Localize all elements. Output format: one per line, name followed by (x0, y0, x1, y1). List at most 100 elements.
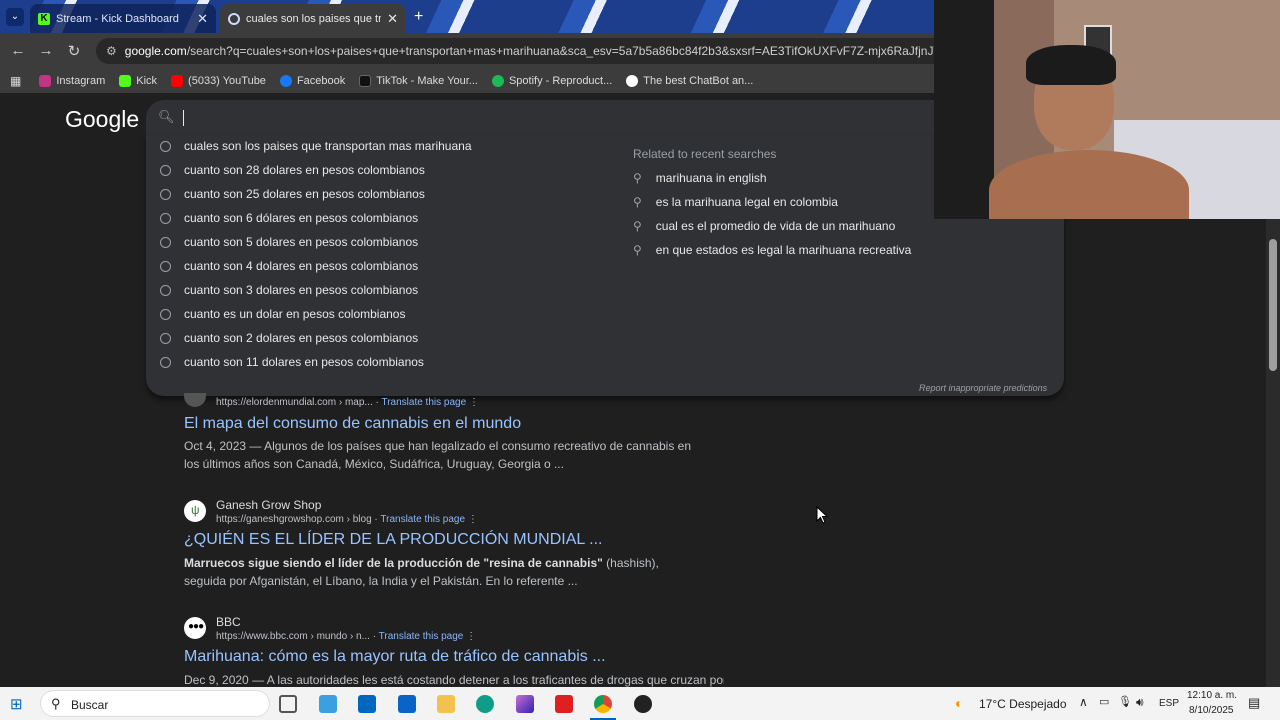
close-icon[interactable]: ✕ (197, 11, 208, 27)
task-view-icon[interactable] (279, 695, 297, 713)
history-icon (160, 236, 171, 248)
back-icon[interactable]: ← (4, 42, 32, 59)
translate-link[interactable]: Translate this page (380, 514, 465, 525)
translate-link[interactable]: Translate this page (379, 631, 464, 642)
tab-google-search[interactable]: cuales son los paises que transp ✕ (220, 4, 406, 33)
clock-time[interactable]: 12:10 a. m. (1187, 690, 1237, 701)
bookmark-label: TikTok - Make Your... (376, 74, 478, 87)
related-item[interactable]: ⚲ marihuana in english (633, 171, 767, 185)
related-item[interactable]: ⚲ en que estados es legal la marihuana re… (633, 243, 911, 257)
page-scrollbar[interactable] (1266, 219, 1280, 687)
result-title[interactable]: Marihuana: cómo es la mayor ruta de tráf… (184, 648, 606, 666)
history-icon (160, 356, 171, 368)
url-text: https://www.bbc.com › mundo › n... (216, 631, 370, 642)
mouse-cursor (816, 506, 828, 524)
suggestion-item[interactable]: cuanto son 2 dolares en pesos colombiano… (160, 331, 418, 345)
outlook-icon[interactable] (398, 695, 416, 713)
site-favicon (184, 393, 206, 407)
instagram-icon (39, 74, 52, 87)
clock-date[interactable]: 8/10/2025 (1189, 705, 1234, 716)
related-item[interactable]: ⚲ es la marihuana legal en colombia (633, 195, 838, 209)
edge-icon[interactable] (476, 695, 494, 713)
reload-icon[interactable]: ↻ (60, 42, 88, 60)
windows-start-icon[interactable]: ⊞ (10, 695, 23, 713)
search-box[interactable]: 🔍︎ (146, 100, 1064, 136)
bookmark-tiktok[interactable]: TikTok - Make Your... (359, 74, 478, 87)
suggestion-item[interactable]: cuanto son 5 dolares en pesos colombiano… (160, 235, 418, 249)
taskbar-search[interactable]: ⚲ Buscar (40, 690, 270, 717)
scrollbar-thumb[interactable] (1269, 239, 1277, 371)
suggestion-item[interactable]: cuanto son 6 dólares en pesos colombiano… (160, 211, 418, 225)
apps-icon[interactable]: ▦ (10, 74, 21, 88)
forward-icon[interactable]: → (32, 42, 60, 59)
translate-link[interactable]: Translate this page (381, 397, 466, 408)
microphone-icon[interactable]: 🎙︎ (1118, 695, 1132, 708)
more-icon[interactable]: ⋮ (468, 514, 478, 525)
chevron-up-icon[interactable]: ∧ (1079, 695, 1088, 709)
file-explorer-icon[interactable] (437, 695, 455, 713)
related-text: cual es el promedio de vida de un marihu… (655, 219, 896, 233)
tab-strip: ⌄ K Stream - Kick Dashboard ✕ cuales son… (0, 0, 934, 33)
bookmark-spotify[interactable]: Spotify - Reproduct... (491, 74, 613, 87)
search-icon: ⚲ (633, 219, 642, 233)
address-bar[interactable]: ⚙ google.com /search?q=cuales+son+los+pa… (96, 38, 934, 64)
tab-search-button[interactable]: ⌄ (6, 8, 24, 26)
history-icon (160, 284, 171, 296)
close-icon[interactable]: ✕ (387, 11, 398, 27)
related-text: es la marihuana legal en colombia (655, 195, 838, 209)
tab-kick-dashboard[interactable]: K Stream - Kick Dashboard ✕ (30, 4, 216, 33)
more-icon[interactable]: ⋮ (466, 631, 476, 642)
chrome-icon[interactable] (594, 695, 612, 713)
url-host: google.com (124, 44, 187, 58)
bookmark-label: The best ChatBot an... (643, 74, 754, 87)
suggestion-item[interactable]: cuanto son 4 dolares en pesos colombiano… (160, 259, 418, 273)
bookmark-label: Spotify - Reproduct... (508, 74, 613, 87)
related-heading: Related to recent searches (633, 147, 777, 161)
suggestion-item[interactable]: cuales son los paises que transportan ma… (160, 139, 472, 153)
copilot-icon[interactable] (516, 695, 534, 713)
result-url[interactable]: https://www.bbc.com › mundo › n... · Tra… (216, 631, 476, 642)
search-icon: ⚲ (633, 243, 642, 257)
bookmark-instagram[interactable]: Instagram (39, 74, 105, 87)
bookmark-youtube[interactable]: (5033) YouTube (171, 74, 266, 87)
result-url[interactable]: https://ganeshgrowshop.com › blog · Tran… (216, 514, 478, 525)
widgets-icon[interactable] (319, 695, 337, 713)
weather-text[interactable]: 17°C Despejado (979, 697, 1067, 711)
youtube-icon[interactable] (555, 695, 573, 713)
bookmark-facebook[interactable]: Facebook (279, 74, 345, 87)
more-icon[interactable]: ⋮ (469, 397, 479, 408)
webcam-overlay (934, 0, 1280, 219)
result-url[interactable]: https://elordenmundial.com › map... · Tr… (216, 397, 479, 408)
result-title[interactable]: El mapa del consumo de cannabis en el mu… (184, 415, 521, 433)
report-predictions-link[interactable]: Report inappropriate predictions (919, 383, 1047, 393)
suggestion-item[interactable]: cuanto son 3 dolares en pesos colombiano… (160, 283, 418, 297)
result-snippet: Marruecos sigue siendo el líder de la pr… (184, 554, 704, 590)
tiktok-icon (359, 74, 372, 87)
network-icon[interactable]: ▭ (1099, 695, 1109, 708)
result-title[interactable]: ¿QUIÉN ES EL LÍDER DE LA PRODUCCIÓN MUND… (184, 531, 602, 549)
store-icon[interactable] (358, 695, 376, 713)
new-tab-button[interactable]: + (414, 8, 423, 26)
obs-icon[interactable] (634, 695, 652, 713)
suggestion-item[interactable]: cuanto son 11 dolares en pesos colombian… (160, 355, 424, 369)
tab-title: cuales son los paises que transp (246, 12, 382, 25)
suggestion-item[interactable]: cuanto son 25 dolares en pesos colombian… (160, 187, 425, 201)
bookmark-kick[interactable]: Kick (119, 74, 157, 87)
suggestion-item[interactable]: cuanto son 28 dolares en pesos colombian… (160, 163, 425, 177)
site-info-icon[interactable]: ⚙ (106, 44, 117, 58)
related-item[interactable]: ⚲ cual es el promedio de vida de un marih… (633, 219, 895, 233)
bookmark-chatbot[interactable]: The best ChatBot an... (626, 74, 754, 87)
suggestion-text: cuanto son 28 dolares en pesos colombian… (184, 163, 425, 177)
text-caret (183, 110, 184, 126)
notifications-icon[interactable]: ▤ (1248, 695, 1260, 711)
snippet-text: — Algunos de los países que han legaliza… (184, 439, 692, 471)
related-text: marihuana in english (655, 171, 767, 185)
search-icon: ⚲ (51, 696, 61, 711)
google-logo[interactable]: Google (65, 106, 139, 133)
suggestion-item[interactable]: cuanto es un dolar en pesos colombianos (160, 307, 405, 321)
result-site-name: BBC (216, 615, 241, 629)
spotify-icon (491, 74, 504, 87)
language-indicator[interactable]: ESP (1159, 698, 1179, 709)
kick-icon: K (38, 12, 50, 25)
volume-icon[interactable]: 🔊︎ (1136, 695, 1144, 710)
